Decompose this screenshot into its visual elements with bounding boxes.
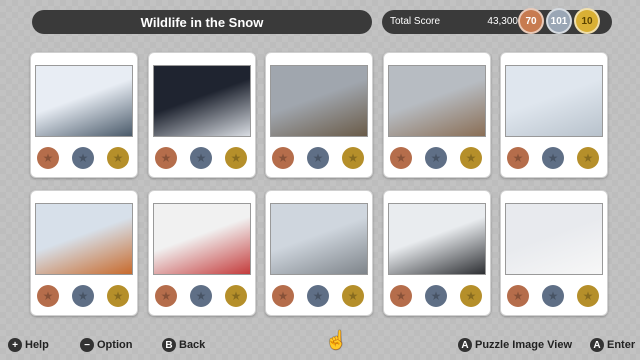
puzzle-thumbnail-red-fox — [35, 203, 133, 275]
collection-title: Wildlife in the Snow — [32, 10, 372, 34]
bronze-star-icon: ★ — [37, 147, 59, 169]
medal-slots: ★ ★ ★ — [31, 285, 137, 307]
gold-star-icon: ★ — [107, 285, 129, 307]
medal-slots: ★ ★ ★ — [384, 285, 490, 307]
gold-star-icon: ★ — [342, 147, 364, 169]
bronze-star-icon: ★ — [507, 285, 529, 307]
puzzle-thumbnail-lynx — [270, 65, 368, 137]
a-button-icon: A — [458, 338, 472, 352]
puzzle-card-snow-monkeys[interactable]: ★ ★ ★ — [383, 52, 491, 178]
puzzle-card-snow-leopard[interactable]: ★ ★ ★ — [265, 190, 373, 316]
bronze-star-icon: ★ — [390, 285, 412, 307]
plus-button-icon: + — [8, 338, 22, 352]
score-panel: Total Score 43,300 70 101 10 — [382, 8, 612, 34]
medal-slots: ★ ★ ★ — [266, 285, 372, 307]
silver-star-icon: ★ — [425, 285, 447, 307]
gold-star-icon: ★ — [107, 147, 129, 169]
silver-star-icon: ★ — [190, 285, 212, 307]
bronze-star-icon: ★ — [37, 285, 59, 307]
puzzle-thumbnail-ermine — [505, 203, 603, 275]
bronze-star-icon: ★ — [390, 147, 412, 169]
silver-medal-count: 101 — [546, 8, 572, 34]
puzzle-thumbnail-snowy-owl — [153, 65, 251, 137]
b-button-icon: B — [162, 338, 176, 352]
help-hint[interactable]: + Help — [8, 338, 49, 352]
silver-star-icon: ★ — [425, 147, 447, 169]
puzzle-grid: ★ ★ ★ ★ ★ ★ ★ ★ ★ ★ ★ ★ ★ ★ ★ ★ ★ ★ ★ ★ ★ ★ ★ ★ ★ ★ ★ ★ ★ ★ — [30, 52, 610, 320]
medal-slots: ★ ★ ★ — [149, 147, 255, 169]
silver-star-icon: ★ — [307, 285, 329, 307]
gold-star-icon: ★ — [577, 147, 599, 169]
silver-star-icon: ★ — [72, 147, 94, 169]
gold-star-icon: ★ — [577, 285, 599, 307]
puzzle-card-cranes[interactable]: ★ ★ ★ — [383, 190, 491, 316]
puzzle-thumbnail-cranes — [388, 203, 486, 275]
gold-star-icon: ★ — [460, 147, 482, 169]
puzzle-thumbnail-bird-on-berries — [153, 203, 251, 275]
medal-slots: ★ ★ ★ — [501, 285, 607, 307]
option-hint[interactable]: − Option — [80, 338, 132, 352]
option-label: Option — [97, 339, 133, 351]
puzzle-card-reindeer-in-snowy-forest[interactable]: ★ ★ ★ — [30, 52, 138, 178]
gold-star-icon: ★ — [225, 147, 247, 169]
gold-star-icon: ★ — [460, 285, 482, 307]
puzzle-image-view-hint[interactable]: A Puzzle Image View — [458, 338, 572, 352]
puzzle-card-ermine[interactable]: ★ ★ ★ — [500, 190, 608, 316]
silver-star-icon: ★ — [190, 147, 212, 169]
back-label: Back — [179, 339, 206, 351]
enter-hint[interactable]: A Enter — [590, 338, 635, 352]
medal-slots: ★ ★ ★ — [31, 147, 137, 169]
puzzle-thumbnail-reindeer-in-snowy-forest — [35, 65, 133, 137]
medal-slots: ★ ★ ★ — [266, 147, 372, 169]
bronze-star-icon: ★ — [507, 147, 529, 169]
button-hints: + Help − Option B Back A Puzzle Image Vi… — [0, 332, 640, 360]
gold-medal-count: 10 — [574, 8, 600, 34]
puzzle-card-red-fox[interactable]: ★ ★ ★ — [30, 190, 138, 316]
puzzle-card-bird-on-berries[interactable]: ★ ★ ★ — [148, 190, 256, 316]
medal-slots: ★ ★ ★ — [501, 147, 607, 169]
enter-label: Enter — [607, 339, 636, 351]
puzzle-card-lynx[interactable]: ★ ★ ★ — [265, 52, 373, 178]
puzzle-thumbnail-snow-leopard — [270, 203, 368, 275]
medal-slots: ★ ★ ★ — [384, 147, 490, 169]
bronze-star-icon: ★ — [155, 147, 177, 169]
total-score-value: 43,300 — [487, 16, 518, 27]
gold-star-icon: ★ — [342, 285, 364, 307]
puzzle-card-seal-pup[interactable]: ★ ★ ★ — [500, 52, 608, 178]
puzzle-thumbnail-seal-pup — [505, 65, 603, 137]
puzzle-thumbnail-snow-monkeys — [388, 65, 486, 137]
silver-star-icon: ★ — [72, 285, 94, 307]
medal-slots: ★ ★ ★ — [149, 285, 255, 307]
puzzle-card-snowy-owl[interactable]: ★ ★ ★ — [148, 52, 256, 178]
puzzle-image-view-label: Puzzle Image View — [475, 339, 573, 351]
gold-star-icon: ★ — [225, 285, 247, 307]
total-score-label: Total Score — [390, 16, 441, 27]
a-button-icon: A — [590, 338, 604, 352]
silver-star-icon: ★ — [542, 147, 564, 169]
silver-star-icon: ★ — [542, 285, 564, 307]
hand-cursor-icon: ☝ — [325, 330, 348, 350]
bronze-star-icon: ★ — [272, 147, 294, 169]
bronze-medal-count: 70 — [518, 8, 544, 34]
bronze-star-icon: ★ — [272, 285, 294, 307]
top-bar: Wildlife in the Snow Total Score 43,300 … — [0, 0, 640, 44]
minus-button-icon: − — [80, 338, 94, 352]
bronze-star-icon: ★ — [155, 285, 177, 307]
help-label: Help — [25, 339, 49, 351]
silver-star-icon: ★ — [307, 147, 329, 169]
back-hint[interactable]: B Back — [162, 338, 205, 352]
